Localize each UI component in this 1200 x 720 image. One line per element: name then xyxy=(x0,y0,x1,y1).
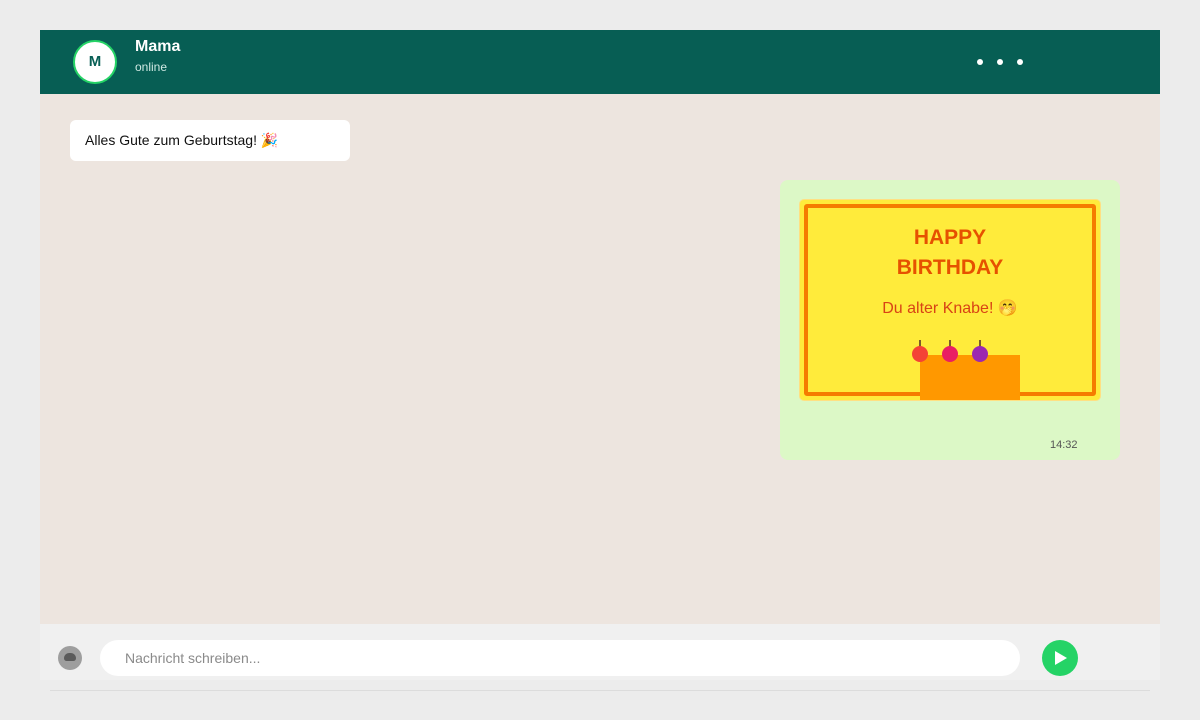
card-subtitle: Du alter Knabe! 🤭 xyxy=(882,300,1018,317)
avatar[interactable]: M xyxy=(73,40,117,84)
menu-dot xyxy=(1017,59,1023,65)
cake-icon xyxy=(920,355,1020,400)
contact-name[interactable]: Mama xyxy=(135,38,180,56)
message-input[interactable] xyxy=(100,640,1020,676)
emoji-face xyxy=(64,653,76,661)
more-dots-icon[interactable] xyxy=(970,52,1030,72)
message-timestamp: 14:32 xyxy=(1050,439,1078,451)
composer-bar xyxy=(40,624,1160,680)
bottom-divider xyxy=(50,690,1150,691)
outgoing-message[interactable]: HAPPY BIRTHDAY Du alter Knabe! 🤭 14:32 xyxy=(780,180,1120,460)
menu-dot xyxy=(997,59,1003,65)
candle-flame-icon xyxy=(972,346,988,362)
card-title-line1: HAPPY xyxy=(913,226,987,249)
candle-flame-icon xyxy=(942,346,958,362)
incoming-message[interactable]: Alles Gute zum Geburtstag! 🎉 xyxy=(70,120,350,161)
send-icon xyxy=(1055,651,1067,665)
birthday-card-image[interactable]: HAPPY BIRTHDAY Du alter Knabe! 🤭 xyxy=(800,200,1100,400)
emoji-icon[interactable] xyxy=(58,646,82,670)
chat-header: M Mama online xyxy=(40,30,1160,94)
chat-window: M Mama online Alles Gute zum Geburtstag!… xyxy=(40,30,1160,680)
menu-dot xyxy=(977,59,983,65)
contact-status: online xyxy=(135,60,168,74)
send-button[interactable] xyxy=(1042,640,1078,676)
incoming-message-text: Alles Gute zum Geburtstag! 🎉 xyxy=(85,132,279,148)
candle-flame-icon xyxy=(912,346,928,362)
card-title-line2: BIRTHDAY xyxy=(896,256,1004,279)
